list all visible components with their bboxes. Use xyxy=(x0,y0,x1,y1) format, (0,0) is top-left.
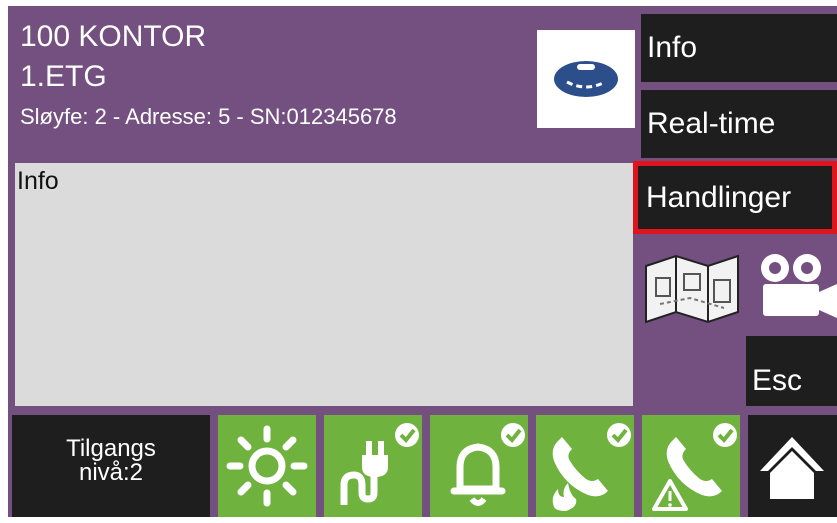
access-level-indicator[interactable]: Tilgangs nivå:2 xyxy=(12,415,210,517)
alarm-bell-ok-icon[interactable] xyxy=(430,415,528,517)
fault-call-ok-icon[interactable] xyxy=(642,415,740,517)
esc-button[interactable]: Esc xyxy=(746,336,837,406)
actions-button[interactable]: Handlinger xyxy=(633,161,837,234)
fire-call-ok-icon[interactable] xyxy=(536,415,634,517)
home-icon xyxy=(760,437,824,499)
control-panel-screen: 100 KONTOR 1.ETG Sløyfe: 2 - Adresse: 5 … xyxy=(0,0,837,523)
realtime-button[interactable]: Real-time xyxy=(641,90,837,158)
home-button[interactable] xyxy=(748,415,837,517)
power-ok-icon[interactable] xyxy=(324,415,422,517)
access-level-label: Tilgangs xyxy=(66,435,156,462)
smoke-detector-icon xyxy=(537,30,635,128)
video-camera-icon[interactable] xyxy=(753,248,837,323)
floor-label: 1.ETG xyxy=(20,60,107,93)
info-panel-label: Info xyxy=(17,167,59,195)
day-mode-sun-icon[interactable] xyxy=(218,415,316,517)
access-level-value: nivå:2 xyxy=(78,459,144,486)
info-button[interactable]: Info xyxy=(641,14,837,82)
device-address-info: Sløyfe: 2 - Adresse: 5 - SN:012345678 xyxy=(20,104,397,129)
info-panel: Info xyxy=(15,163,633,406)
zone-name: 100 KONTOR xyxy=(20,20,207,53)
floor-map-icon[interactable] xyxy=(640,246,744,326)
